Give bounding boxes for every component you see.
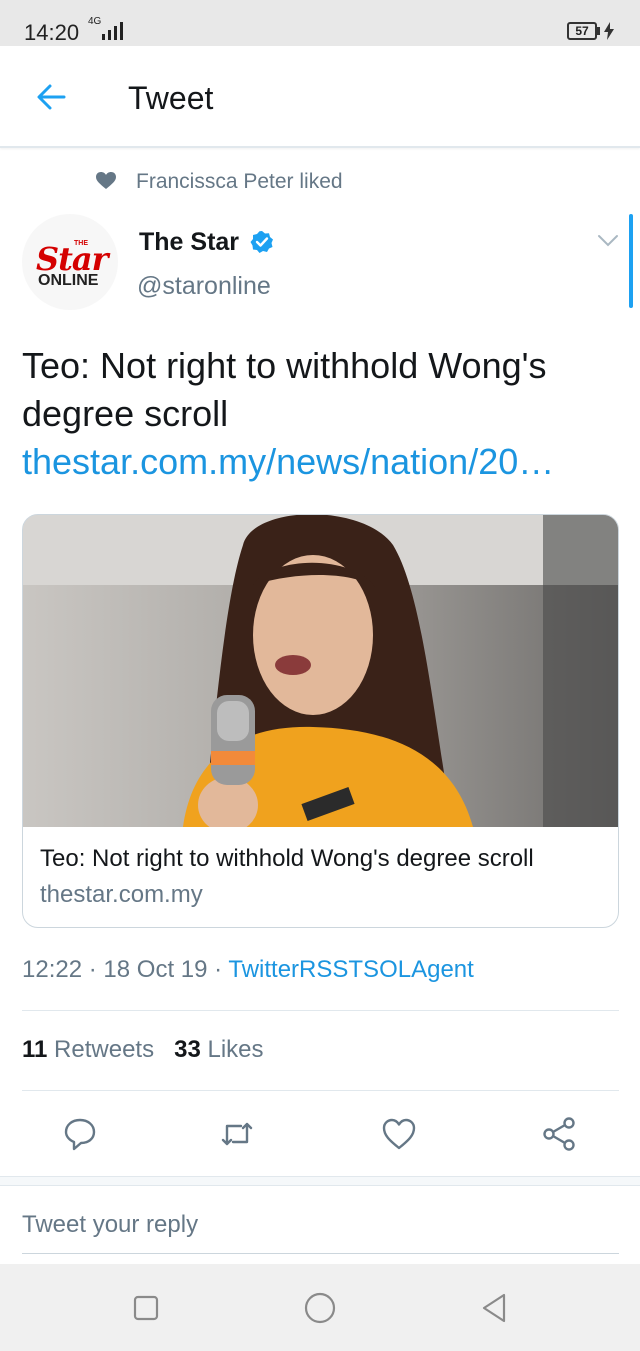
heart-icon [96,172,116,189]
social-context-text[interactable]: Francissca Peter liked [136,170,343,194]
back-icon[interactable] [476,1290,512,1326]
page-title: Tweet [128,80,214,116]
tweet-text: Teo: Not right to withhold Wong's degree… [22,345,547,434]
reply-icon[interactable] [62,1116,98,1152]
avatar[interactable]: THE Star ONLINE [22,214,118,310]
likes-label: Likes [207,1036,264,1063]
top-app-bar: Tweet [0,46,640,148]
retweets-count: 11 [22,1036,48,1063]
battery-icon: 57 [567,22,597,40]
recent-apps-icon[interactable] [128,1290,164,1326]
avatar-logo-sub: ONLINE [38,272,99,289]
retweets-stat[interactable]: 11 Retweets [22,1036,154,1063]
link-card[interactable]: Teo: Not right to withhold Wong's degree… [22,514,619,928]
card-domain: thestar.com.my [40,881,203,908]
arrow-left-icon[interactable] [34,80,68,114]
likes-stat[interactable]: 33 Likes [174,1036,263,1063]
like-icon[interactable] [381,1116,417,1152]
chevron-down-icon[interactable] [597,234,619,248]
retweet-icon[interactable] [219,1116,255,1152]
home-icon[interactable] [302,1290,338,1326]
divider [22,1090,619,1091]
status-bar: 14:20 4G 57 [0,0,640,46]
display-name[interactable]: The Star [139,228,239,257]
tweet-link[interactable]: thestar.com.my/news/nation/20… [22,438,622,486]
meta-separator: · [214,956,229,983]
reply-input[interactable] [22,1196,619,1254]
status-time: 14:20 [24,20,80,45]
likes-count: 33 [174,1036,201,1063]
tweet-metadata: 12:22 · 18 Oct 19 · TwitterRSSTSOLAgent [22,956,474,984]
tweet-date: 18 Oct 19 [103,956,208,983]
share-icon[interactable] [541,1116,577,1152]
card-image [23,515,618,827]
reply-separator [0,1176,640,1186]
system-nav-bar [0,1264,640,1351]
charging-icon [604,22,614,40]
tweet-source[interactable]: TwitterRSSTSOLAgent [228,956,473,983]
divider [22,1010,619,1011]
tweet-time: 12:22 [22,956,83,983]
scroll-indicator [629,214,633,308]
meta-separator: · [88,956,104,983]
user-handle[interactable]: @staronline [137,272,271,301]
verified-badge-icon [250,231,273,253]
retweets-label: Retweets [54,1036,155,1063]
tweet-stats: 11 Retweets 33 Likes [22,1036,264,1064]
signal-icon [102,22,123,40]
battery-tip [597,27,600,35]
card-title: Teo: Not right to withhold Wong's degree… [40,845,534,872]
